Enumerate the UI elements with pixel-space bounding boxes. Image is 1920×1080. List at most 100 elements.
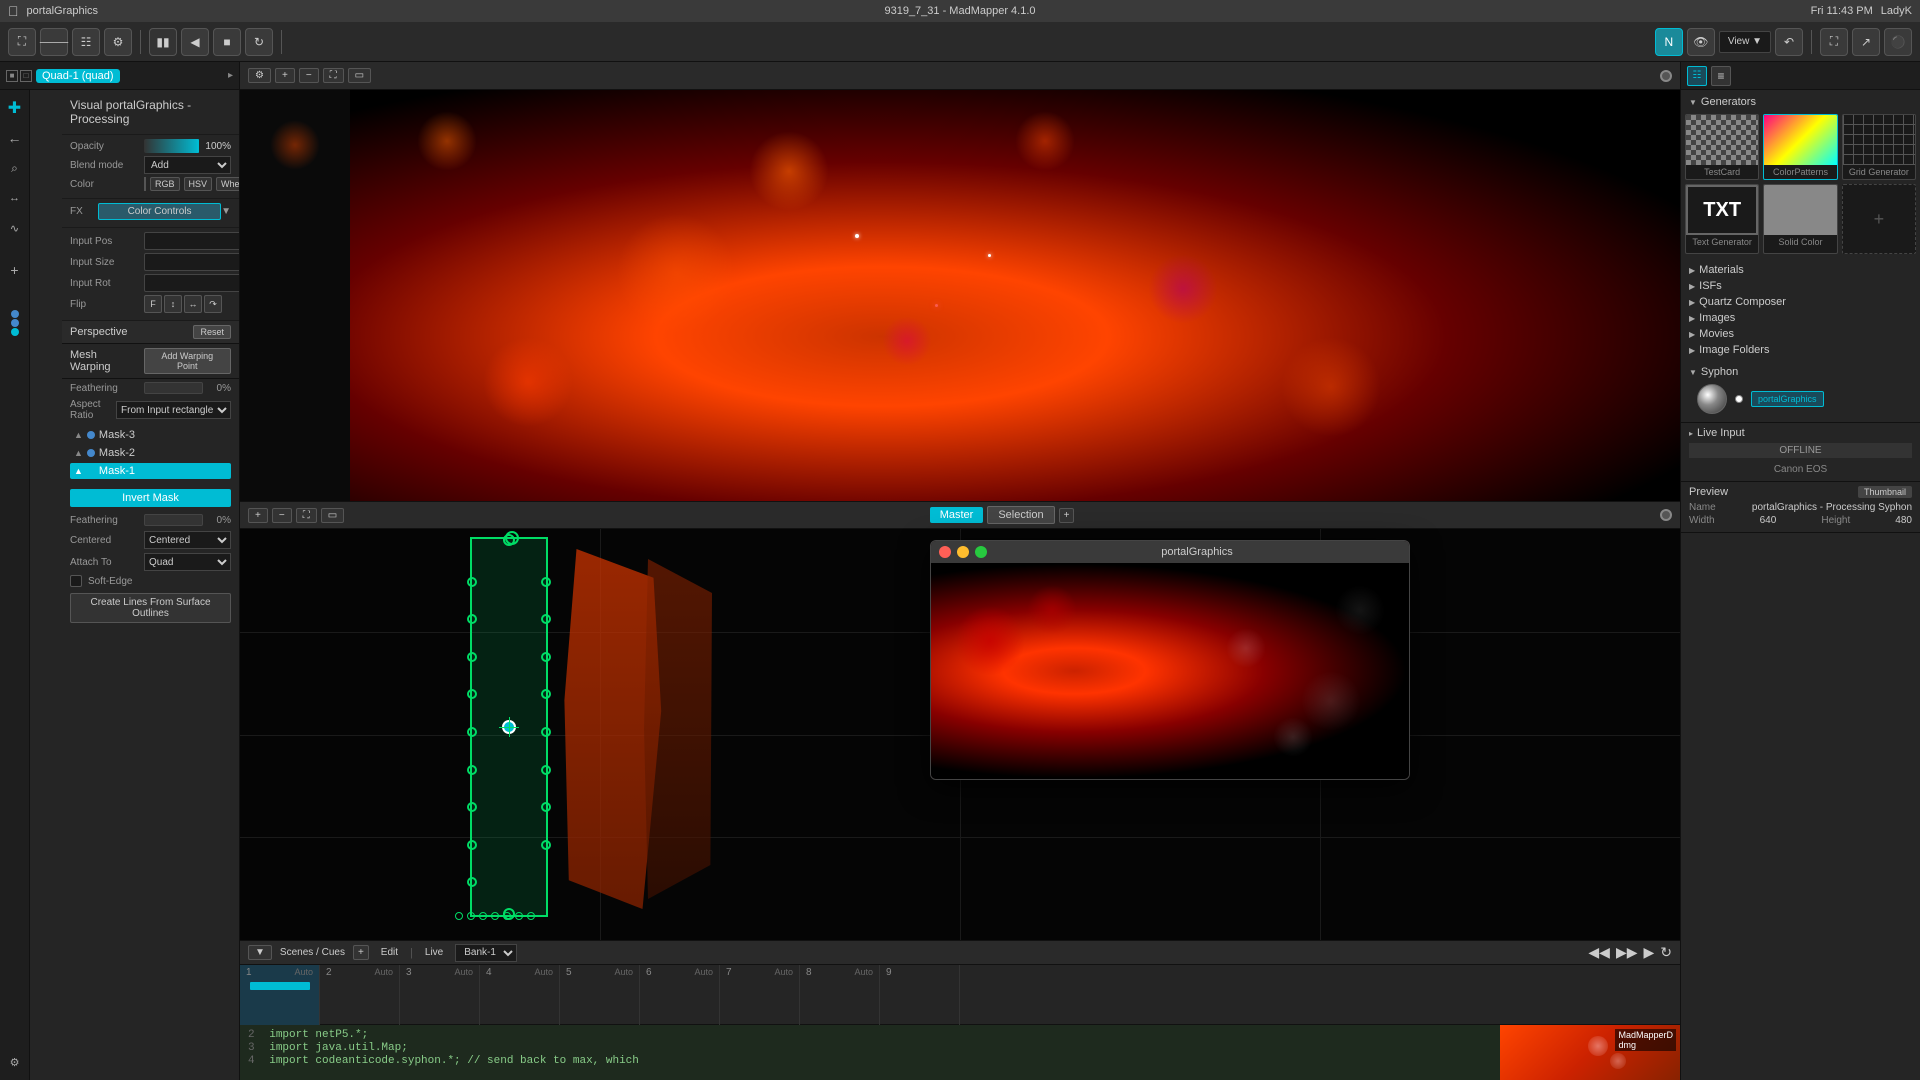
play-pause-btn[interactable]: ▮▮ (149, 28, 177, 56)
scene-cell-5[interactable]: 5 Auto (560, 965, 640, 1025)
cursor-tool[interactable]: ✚ (1, 94, 29, 122)
scale-tool[interactable]: ↔ (1, 184, 29, 212)
node-right-2[interactable] (541, 614, 551, 624)
grid-view-btn[interactable]: ☷ (72, 28, 100, 56)
pointer-tool[interactable]: ← (1, 124, 29, 152)
bottom-node-4[interactable] (491, 912, 499, 920)
scene-cell-2[interactable]: 2 Auto (320, 965, 400, 1025)
scene-cell-9[interactable]: 9 (880, 965, 960, 1025)
input-rot-val[interactable] (144, 274, 239, 292)
scenes-live-btn[interactable]: Live (421, 945, 447, 960)
scene-cell-8[interactable]: 8 Auto (800, 965, 880, 1025)
preview-fit-btn[interactable]: ⛶ (323, 68, 344, 83)
transport-prev-btn[interactable]: ◀◀ (1588, 944, 1610, 961)
node-left-1[interactable] (467, 577, 477, 587)
node-right-3[interactable] (541, 652, 551, 662)
reset-btn[interactable]: Reset (193, 325, 231, 339)
gen-gridgenerator[interactable]: Grid Generator (1842, 114, 1916, 180)
bottom-node-2[interactable] (467, 912, 475, 920)
scene-cell-1[interactable]: 1 Auto (240, 965, 320, 1025)
stage-grid-btn[interactable]: ▭ (321, 508, 344, 523)
mask3-item[interactable]: ▲ Mask-3 (70, 427, 231, 443)
fullscreen-btn[interactable]: ⛶ (1820, 28, 1848, 56)
stage-plus-btn[interactable]: + (1059, 508, 1075, 523)
input-pos-x[interactable] (144, 232, 239, 250)
live-input-header[interactable]: ▸ Live Input (1689, 427, 1912, 439)
generators-header[interactable]: ▼ Generators (1685, 94, 1916, 110)
node-right-4[interactable] (541, 689, 551, 699)
scene-cell-3[interactable]: 3 Auto (400, 965, 480, 1025)
transport-loop-btn[interactable]: ↻ (1660, 944, 1672, 961)
opacity-bar[interactable] (144, 139, 199, 153)
preview-settings-btn[interactable]: ⚙ (248, 68, 271, 83)
node-btn[interactable]: N (1655, 28, 1683, 56)
feathering2-bar[interactable] (144, 514, 203, 526)
node-right-7[interactable] (541, 802, 551, 812)
window-close-btn[interactable] (939, 546, 951, 558)
flip-btn-f[interactable]: F (144, 295, 162, 313)
eye-btn[interactable]: 👁 (1687, 28, 1715, 56)
select-tool-btn[interactable]: ⛶ (8, 28, 36, 56)
mask2-item[interactable]: ▲ Mask-2 (70, 445, 231, 461)
window-max-btn[interactable] (975, 546, 987, 558)
node-right-6[interactable] (541, 765, 551, 775)
node-left-6[interactable] (467, 765, 477, 775)
hierarchy-btn[interactable]: ⚙ (104, 28, 132, 56)
scenes-add-btn[interactable]: + (353, 945, 369, 960)
color-controls-btn[interactable]: Color Controls (98, 203, 221, 220)
cat-movies[interactable]: ▶ Movies (1689, 326, 1912, 342)
preview-add-btn[interactable]: + (275, 68, 295, 83)
prev-btn[interactable]: ◀ (181, 28, 209, 56)
refresh-btn[interactable]: ↻ (245, 28, 273, 56)
window-min-btn[interactable] (957, 546, 969, 558)
zoom-tool[interactable]: ⌕ (1, 154, 29, 182)
soft-edge-checkbox[interactable] (70, 575, 82, 587)
node-right-5[interactable] (541, 727, 551, 737)
mask1-item[interactable]: ▲ Mask-1 (70, 463, 231, 479)
scenes-dropdown-btn[interactable]: ▼ (248, 945, 272, 960)
cat-imagefolders[interactable]: ▶ Image Folders (1689, 342, 1912, 358)
preview-minus-btn[interactable]: − (299, 68, 319, 83)
stage-add-btn[interactable]: + (248, 508, 268, 523)
view-select[interactable]: View ▼ (1719, 31, 1771, 53)
node-left-2[interactable] (467, 614, 477, 624)
bottom-node-7[interactable] (527, 912, 535, 920)
stop-btn[interactable]: ■ (213, 28, 241, 56)
node-left-8[interactable] (467, 840, 477, 850)
right-grid-btn[interactable]: ☷ (1687, 66, 1707, 86)
gen-add-btn[interactable]: + (1842, 184, 1916, 254)
preview-1to1-btn[interactable]: ▭ (348, 68, 371, 83)
node-left-7[interactable] (467, 802, 477, 812)
color-swatch[interactable] (144, 177, 146, 191)
settings-tool[interactable]: ⚙ (1, 1048, 29, 1076)
cat-images[interactable]: ▶ Images (1689, 310, 1912, 326)
transport-next-btn[interactable]: ▶▶ (1616, 944, 1638, 961)
feathering-bar[interactable] (144, 382, 203, 394)
gen-textgenerator[interactable]: TXT Text Generator (1685, 184, 1759, 254)
undo-btn[interactable]: ↶ (1775, 28, 1803, 56)
flip-btn-v[interactable]: ↔ (184, 295, 202, 313)
add-tool[interactable]: + (1, 256, 29, 284)
node-left-4[interactable] (467, 689, 477, 699)
bottom-node-6[interactable] (515, 912, 523, 920)
wheel-btn[interactable]: Wheel (216, 177, 239, 191)
add-warping-btn[interactable]: Add Warping Point (144, 348, 231, 374)
gen-colorpatterns[interactable]: ColorPatterns (1763, 114, 1837, 180)
right-list-btn[interactable]: ≡ (1711, 66, 1731, 86)
app-menu-item[interactable]: portalGraphics (27, 5, 99, 17)
rgb-btn[interactable]: RGB (150, 177, 180, 191)
export-btn[interactable]: ↗ (1852, 28, 1880, 56)
input-size-w[interactable] (144, 253, 239, 271)
node-left-5[interactable] (467, 727, 477, 737)
transport-play-btn[interactable]: ▶ (1643, 944, 1654, 961)
warp-tool[interactable]: ∿ (1, 214, 29, 242)
node-left-3[interactable] (467, 652, 477, 662)
cat-isfs[interactable]: ▶ ISFs (1689, 278, 1912, 294)
stage-fit-btn[interactable]: ⛶ (296, 508, 317, 523)
blend-select[interactable]: Add (144, 156, 231, 174)
syphon-header[interactable]: ▼ Syphon (1689, 366, 1912, 378)
flip-btn-d[interactable]: ↷ (204, 295, 222, 313)
master-btn[interactable]: Master (930, 507, 984, 523)
hsv-btn[interactable]: HSV (184, 177, 213, 191)
syphon-label[interactable]: portalGraphics (1751, 391, 1824, 407)
